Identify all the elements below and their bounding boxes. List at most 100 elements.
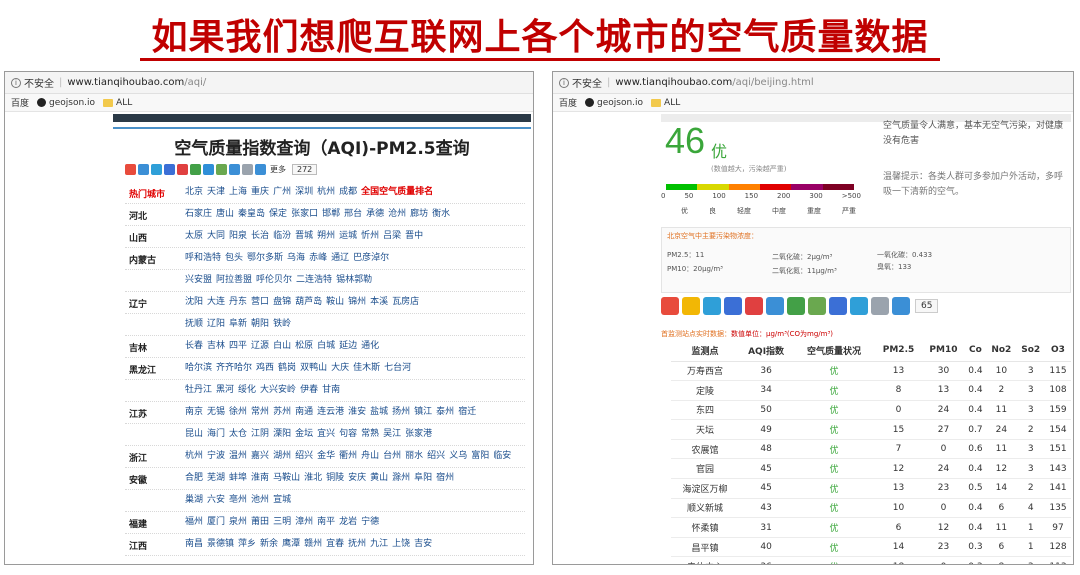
city-link[interactable]: 锡林郭勒 (336, 275, 372, 285)
share-more-link[interactable]: 更多 (270, 164, 286, 175)
city-link[interactable]: 蚌埠 (229, 473, 247, 483)
city-link[interactable]: 南昌 (185, 539, 203, 549)
city-link[interactable]: 漳州 (295, 517, 313, 527)
city-link[interactable]: 溧阳 (273, 429, 291, 439)
city-link[interactable]: 南平 (317, 517, 335, 527)
bookmark-all[interactable]: ALL (103, 98, 132, 108)
city-link[interactable]: 龙岩 (339, 517, 357, 527)
city-link[interactable]: 大同 (207, 231, 225, 241)
share-icon[interactable] (682, 297, 700, 315)
city-link[interactable]: 抚顺 (185, 319, 203, 329)
share-icon[interactable] (164, 164, 175, 175)
city-link[interactable]: 天津 (207, 187, 225, 197)
city-link[interactable]: 义乌 (449, 451, 467, 461)
city-link[interactable]: 上海 (229, 187, 247, 197)
city-link[interactable]: 巴彦淖尔 (353, 253, 389, 263)
share-icon[interactable] (703, 297, 721, 315)
city-link[interactable]: 徐州 (229, 407, 247, 417)
city-link[interactable]: 廊坊 (410, 209, 428, 219)
city-link[interactable]: 通化 (361, 341, 379, 351)
city-link[interactable]: 太原 (185, 231, 203, 241)
city-link[interactable]: 吕梁 (383, 231, 401, 241)
city-link[interactable]: 福州 (185, 517, 203, 527)
city-link[interactable]: 九江 (370, 539, 388, 549)
city-link[interactable]: 运城 (339, 231, 357, 241)
city-link[interactable]: 南通 (295, 407, 313, 417)
share-icon[interactable] (892, 297, 910, 315)
city-link[interactable]: 海门 (207, 429, 225, 439)
city-link[interactable]: 淮安 (348, 407, 366, 417)
share-icon[interactable] (203, 164, 214, 175)
city-link[interactable]: 安庆 (348, 473, 366, 483)
city-link[interactable]: 松原 (295, 341, 313, 351)
city-link[interactable]: 白城 (317, 341, 335, 351)
city-link[interactable]: 邢台 (344, 209, 362, 219)
share-icon[interactable] (216, 164, 227, 175)
bookmark-baidu[interactable]: 百度 (559, 96, 577, 109)
city-link[interactable]: 厦门 (207, 517, 225, 527)
city-link[interactable]: 嘉兴 (251, 451, 269, 461)
city-link[interactable]: 滁州 (392, 473, 410, 483)
city-link[interactable]: 黑河 (216, 385, 234, 395)
share-icon[interactable] (766, 297, 784, 315)
city-link[interactable]: 宁德 (361, 517, 379, 527)
national-ranking-link[interactable]: 全国空气质量排名 (361, 187, 433, 197)
city-link[interactable]: 晋中 (405, 231, 423, 241)
address-bar[interactable]: i 不安全 | www.tianqihoubao.com /aqi/ (5, 72, 533, 94)
city-link[interactable]: 盘锦 (273, 297, 291, 307)
city-link[interactable]: 宜春 (326, 539, 344, 549)
city-link[interactable]: 伊春 (300, 385, 318, 395)
city-link[interactable]: 萍乡 (238, 539, 256, 549)
city-link[interactable]: 宣城 (273, 495, 291, 505)
city-link[interactable]: 镇江 (414, 407, 432, 417)
city-link[interactable]: 绍兴 (295, 451, 313, 461)
city-link[interactable]: 阜新 (229, 319, 247, 329)
city-link[interactable]: 金华 (317, 451, 335, 461)
city-link[interactable]: 金坛 (295, 429, 313, 439)
city-link[interactable]: 赤峰 (309, 253, 327, 263)
city-link[interactable]: 成都 (339, 187, 357, 197)
city-link[interactable]: 莆田 (251, 517, 269, 527)
city-link[interactable]: 秦皇岛 (238, 209, 265, 219)
city-link[interactable]: 阳泉 (229, 231, 247, 241)
city-link[interactable]: 池州 (251, 495, 269, 505)
city-link[interactable]: 重庆 (251, 187, 269, 197)
city-link[interactable]: 淮北 (304, 473, 322, 483)
city-link[interactable]: 太仓 (229, 429, 247, 439)
city-link[interactable]: 景德镇 (207, 539, 234, 549)
city-link[interactable]: 宿迁 (458, 407, 476, 417)
city-link[interactable]: 铜陵 (326, 473, 344, 483)
city-link[interactable]: 衢州 (339, 451, 357, 461)
city-link[interactable]: 通辽 (331, 253, 349, 263)
city-link[interactable]: 二连浩特 (296, 275, 332, 285)
city-link[interactable]: 泉州 (229, 517, 247, 527)
bookmark-all[interactable]: ALL (651, 98, 680, 108)
city-link[interactable]: 连云港 (317, 407, 344, 417)
city-link[interactable]: 邯郸 (322, 209, 340, 219)
city-link[interactable]: 沧州 (388, 209, 406, 219)
city-link[interactable]: 句容 (339, 429, 357, 439)
city-link[interactable]: 双鸭山 (300, 363, 327, 373)
city-link[interactable]: 大连 (207, 297, 225, 307)
city-link[interactable]: 抚州 (348, 539, 366, 549)
city-link[interactable]: 保定 (269, 209, 287, 219)
city-link[interactable]: 阜阳 (414, 473, 432, 483)
share-icon[interactable] (190, 164, 201, 175)
city-link[interactable]: 大庆 (331, 363, 349, 373)
city-link[interactable]: 临汾 (273, 231, 291, 241)
city-link[interactable]: 赣州 (304, 539, 322, 549)
city-link[interactable]: 扬州 (392, 407, 410, 417)
city-link[interactable]: 四平 (229, 341, 247, 351)
city-link[interactable]: 七台河 (384, 363, 411, 373)
city-link[interactable]: 鹤岗 (278, 363, 296, 373)
share-icon[interactable] (229, 164, 240, 175)
share-icon[interactable] (808, 297, 826, 315)
city-link[interactable]: 宿州 (436, 473, 454, 483)
city-link[interactable]: 湖州 (273, 451, 291, 461)
city-link[interactable]: 绍兴 (427, 451, 445, 461)
city-link[interactable]: 宜兴 (317, 429, 335, 439)
share-icon[interactable] (177, 164, 188, 175)
share-icon[interactable] (661, 297, 679, 315)
bookmark-geojson[interactable]: geojson.io (585, 98, 643, 108)
address-bar[interactable]: i 不安全 | www.tianqihoubao.com /aqi/beijin… (553, 72, 1073, 94)
